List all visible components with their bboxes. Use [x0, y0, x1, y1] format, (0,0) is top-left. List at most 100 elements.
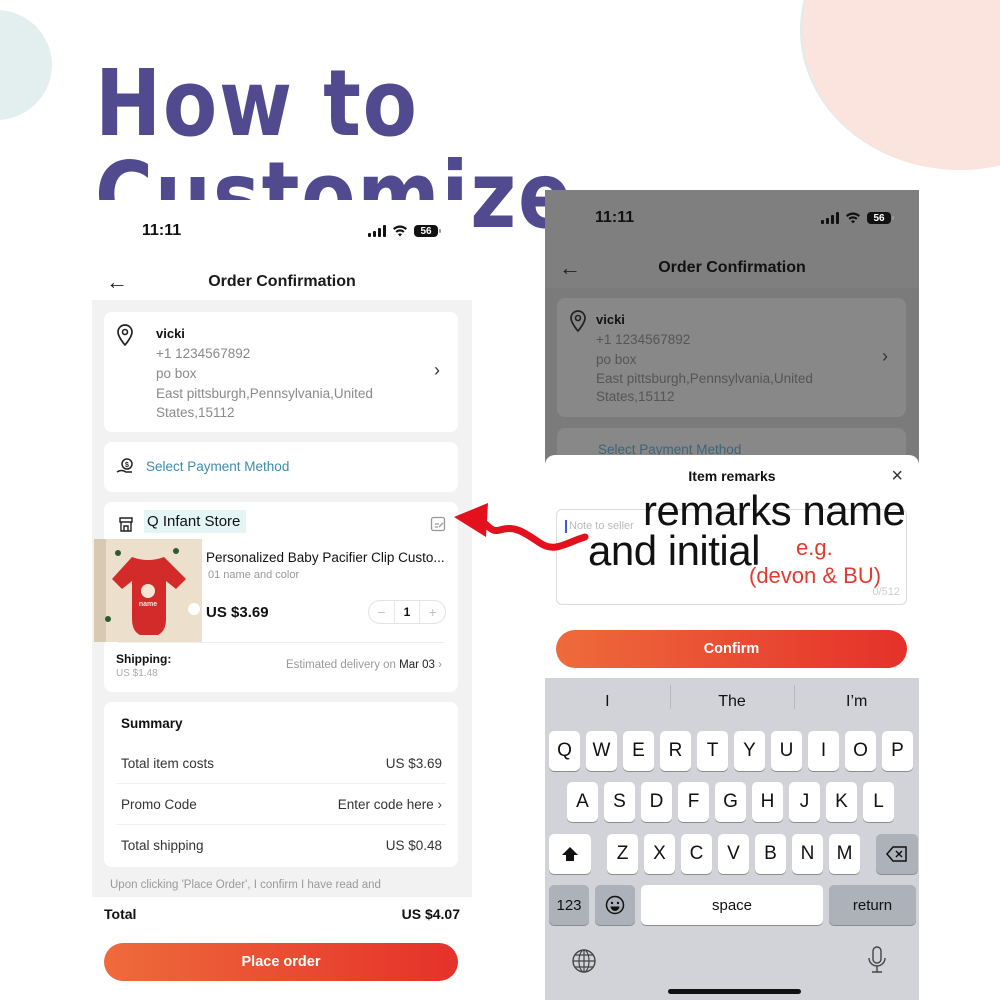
key-u[interactable]: U [771, 731, 802, 771]
svg-text:name: name [139, 601, 157, 608]
shipping-price: US $1.48 [116, 668, 158, 679]
key-k[interactable]: K [826, 782, 857, 822]
chevron-right-icon: › [438, 659, 442, 671]
store-order-card: Q Infant Store name Personalized Baby Pa… [94, 502, 458, 692]
keyboard-row-3: ZXCVBNM [549, 834, 919, 874]
page-title: Order Confirmation [658, 259, 806, 276]
emoji-key[interactable] [595, 885, 635, 925]
key-q[interactable]: Q [549, 731, 580, 771]
arrow-left-icon[interactable]: ← [106, 269, 128, 295]
key-f[interactable]: F [678, 782, 709, 822]
emoji-icon [605, 895, 625, 915]
estimated-delivery[interactable]: Estimated delivery on Mar 03 › [286, 659, 442, 671]
key-y[interactable]: Y [734, 731, 765, 771]
key-t[interactable]: T [697, 731, 728, 771]
legal-notice: Upon clicking 'Place Order', I confirm I… [110, 879, 381, 891]
summary-label: Promo Code [121, 797, 197, 812]
key-d[interactable]: D [641, 782, 672, 822]
decrease-quantity-button[interactable]: − [369, 604, 394, 620]
confirm-button[interactable]: Confirm [556, 630, 907, 668]
address-line-1: po box [156, 366, 197, 381]
close-icon[interactable]: × [891, 465, 903, 488]
address-line-2: East pittsburgh,Pennsylvania,United [156, 386, 373, 401]
key-w[interactable]: W [586, 731, 617, 771]
payment-hand-icon: $ [116, 458, 133, 473]
shipping-address-card: vicki +1 1234567892 po box East pittsbur… [557, 298, 906, 417]
shift-key[interactable] [549, 834, 591, 874]
key-m[interactable]: M [829, 834, 860, 874]
key-b[interactable]: B [755, 834, 786, 874]
divider [116, 824, 446, 825]
keyboard-suggestions: I The I’m [545, 678, 919, 726]
arrow-left-icon[interactable]: ← [559, 255, 581, 281]
battery-icon: 56 [867, 212, 894, 224]
cellular-signal-icon [821, 212, 839, 224]
suggestion[interactable]: I’m [794, 685, 919, 711]
item-remarks-screen: 11:11 56 ← Order Confirmation vicki +1 1… [545, 190, 919, 1000]
key-e[interactable]: E [623, 731, 654, 771]
store-name[interactable]: Q Infant Store [144, 510, 247, 533]
numbers-key[interactable]: 123 [549, 885, 589, 925]
shipping-address-card[interactable]: vicki +1 1234567892 po box East pittsbur… [104, 312, 458, 432]
product-image[interactable]: name [94, 539, 202, 642]
wifi-icon [846, 212, 860, 224]
key-s[interactable]: S [604, 782, 635, 822]
edit-note-icon[interactable] [430, 516, 446, 532]
return-key[interactable]: return [829, 885, 916, 925]
suggestion[interactable]: The [669, 685, 795, 711]
status-bar: 11:11 56 [545, 203, 919, 233]
summary-label: Total shipping [121, 838, 204, 853]
location-pin-icon [117, 324, 133, 346]
select-payment-method[interactable]: $ Select Payment Method [104, 442, 458, 492]
sheet-title: Item remarks [688, 468, 776, 484]
key-g[interactable]: G [715, 782, 746, 822]
delivery-date: Mar 03 [399, 659, 435, 671]
recipient-phone: +1 1234567892 [596, 332, 691, 347]
key-x[interactable]: X [644, 834, 675, 874]
annotation-line-2: and initial [588, 527, 760, 574]
order-confirmation-screen: 11:11 56 ← Order Confirmation vicki +1 1… [92, 200, 472, 1000]
keyboard-row-1: QWERTYUIOP [549, 731, 919, 771]
summary-value: US $0.48 [385, 838, 442, 853]
space-key[interactable]: space [641, 885, 823, 925]
key-z[interactable]: Z [607, 834, 638, 874]
key-a[interactable]: A [567, 782, 598, 822]
microphone-icon[interactable] [867, 946, 887, 974]
quantity-stepper: − 1 + [368, 600, 446, 624]
chevron-right-icon: › [434, 360, 440, 380]
annotation-line-1: remarks name [643, 487, 906, 534]
summary-row-promo-code[interactable]: Promo Code Enter code here › [121, 797, 442, 817]
address-line-1: po box [596, 352, 637, 367]
key-h[interactable]: H [752, 782, 783, 822]
payment-method-label: Select Payment Method [146, 459, 290, 474]
key-o[interactable]: O [845, 731, 876, 771]
key-v[interactable]: V [718, 834, 749, 874]
product-title[interactable]: Personalized Baby Pacifier Clip Custo... [206, 550, 451, 565]
recipient-name: vicki [156, 326, 185, 341]
backspace-key[interactable] [876, 834, 918, 874]
divider [118, 642, 444, 643]
keyboard-row-2: ASDFGHJKL [567, 782, 919, 822]
nav-bar: ← Order Confirmation [545, 248, 919, 288]
key-c[interactable]: C [681, 834, 712, 874]
keyboard-letters-row-3: ZXCVBNM [607, 834, 860, 874]
key-l[interactable]: L [863, 782, 894, 822]
key-r[interactable]: R [660, 731, 691, 771]
delivery-prefix: Estimated delivery on [286, 659, 396, 671]
place-order-button[interactable]: Place order [104, 943, 458, 981]
summary-value: US $3.69 [385, 756, 442, 771]
quantity-value[interactable]: 1 [393, 601, 421, 623]
suggestion[interactable]: I [545, 693, 670, 711]
promo-code-input[interactable]: Enter code here › [338, 797, 442, 817]
key-p[interactable]: P [882, 731, 913, 771]
key-i[interactable]: I [808, 731, 839, 771]
globe-icon[interactable] [571, 948, 597, 974]
product-variant: 01 name and color [208, 569, 300, 581]
store-icon [119, 517, 133, 532]
key-n[interactable]: N [792, 834, 823, 874]
key-j[interactable]: J [789, 782, 820, 822]
status-time: 11:11 [142, 222, 182, 239]
increase-quantity-button[interactable]: + [420, 604, 445, 620]
location-pin-icon [570, 310, 586, 332]
home-indicator [668, 989, 801, 994]
